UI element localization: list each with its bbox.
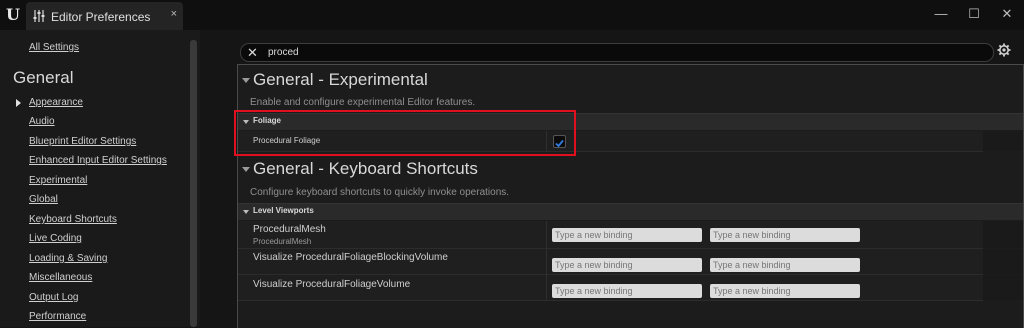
procedural-foliage-checkbox[interactable] <box>553 135 566 148</box>
row-extension-column <box>983 131 1023 151</box>
sidebar-item-performance[interactable]: Performance <box>29 311 86 322</box>
column-divider <box>546 275 547 300</box>
svg-text:U: U <box>6 5 20 23</box>
shortcut-label: ProceduralMesh <box>253 224 326 235</box>
search-box: ✕ <box>240 43 994 62</box>
section-title-keyboard-shortcuts: General - Keyboard Shortcuts <box>253 159 478 178</box>
sidebar-heading: General <box>13 68 74 87</box>
shortcut-row: Visualize ProceduralFoliageVolume <box>238 275 1023 301</box>
check-icon <box>555 139 564 148</box>
tab-close-icon[interactable]: × <box>171 8 177 20</box>
column-divider <box>546 249 547 274</box>
section-collapse-icon[interactable] <box>242 167 250 172</box>
category-collapse-icon <box>243 210 249 214</box>
main-content: ✕ General - Experimental Enable and conf… <box>200 30 1024 328</box>
property-row-procedural-foliage: Procedural Foliage <box>238 131 1023 152</box>
sidebar-item-miscellaneous[interactable]: Miscellaneous <box>29 272 92 283</box>
tab-title: Editor Preferences <box>51 10 151 24</box>
category-foliage[interactable]: Foliage <box>238 113 1023 130</box>
shortcut-row: ProceduralMesh ProceduralMesh <box>238 221 1023 249</box>
shortcut-row: Visualize ProceduralFoliageBlockingVolum… <box>238 249 1023 275</box>
sidebar-item-appearance[interactable]: Appearance <box>29 97 83 108</box>
unreal-logo-icon: U <box>6 5 20 23</box>
row-extension-column <box>983 249 1023 274</box>
all-settings-link[interactable]: All Settings <box>29 42 79 53</box>
shortcut-label: Visualize ProceduralFoliageVolume <box>253 279 411 290</box>
binding-input-secondary[interactable] <box>710 258 860 272</box>
sidebar-item-output-log[interactable]: Output Log <box>29 292 78 303</box>
minimize-button[interactable]: — <box>932 6 950 21</box>
property-label: Procedural Foliage <box>253 136 321 145</box>
binding-input-primary[interactable] <box>552 284 702 298</box>
category-label: Level Viewports <box>253 206 314 215</box>
tab-editor-preferences[interactable]: Editor Preferences × <box>26 2 183 30</box>
category-collapse-icon <box>243 120 249 124</box>
binding-input-secondary[interactable] <box>710 228 860 242</box>
binding-input-primary[interactable] <box>552 228 702 242</box>
shortcut-sublabel: ProceduralMesh <box>253 237 312 246</box>
category-level-viewports[interactable]: Level Viewports <box>238 203 1023 220</box>
clear-search-icon[interactable]: ✕ <box>247 44 258 61</box>
sidebar-item-global[interactable]: Global <box>29 194 58 205</box>
sidebar-item-blueprint-editor-settings[interactable]: Blueprint Editor Settings <box>29 136 136 147</box>
close-button[interactable]: ✕ <box>998 6 1016 22</box>
sidebar: All Settings General Appearance Audio Bl… <box>0 30 200 327</box>
gear-icon[interactable] <box>997 43 1011 57</box>
column-divider <box>546 131 547 151</box>
sidebar-item-experimental[interactable]: Experimental <box>29 175 87 186</box>
section-description-experimental: Enable and configure experimental Editor… <box>250 97 476 108</box>
sidebar-item-loading-saving[interactable]: Loading & Saving <box>29 253 107 264</box>
section-collapse-icon[interactable] <box>242 78 250 83</box>
shortcut-label: Visualize ProceduralFoliageBlockingVolum… <box>253 252 448 263</box>
title-bar: U Editor Preferences × — ☐ ✕ <box>0 0 1024 30</box>
binding-input-primary[interactable] <box>552 258 702 272</box>
maximize-button[interactable]: ☐ <box>965 6 983 22</box>
column-divider <box>546 221 547 248</box>
active-item-caret-icon <box>16 99 21 107</box>
sidebar-item-keyboard-shortcuts[interactable]: Keyboard Shortcuts <box>29 214 117 225</box>
search-input[interactable] <box>268 45 968 60</box>
sidebar-item-enhanced-input[interactable]: Enhanced Input Editor Settings <box>29 155 167 166</box>
binding-input-secondary[interactable] <box>710 284 860 298</box>
row-extension-column <box>983 275 1023 300</box>
sidebar-scrollbar[interactable] <box>190 40 197 327</box>
sidebar-item-live-coding[interactable]: Live Coding <box>29 233 82 244</box>
section-title-experimental: General - Experimental <box>253 70 428 89</box>
section-description-keyboard: Configure keyboard shortcuts to quickly … <box>250 187 510 198</box>
category-label: Foliage <box>253 116 282 125</box>
sliders-icon <box>33 10 45 22</box>
row-extension-column <box>983 221 1023 248</box>
details-panel: General - Experimental Enable and config… <box>237 64 1024 328</box>
sidebar-item-audio[interactable]: Audio <box>29 116 55 127</box>
